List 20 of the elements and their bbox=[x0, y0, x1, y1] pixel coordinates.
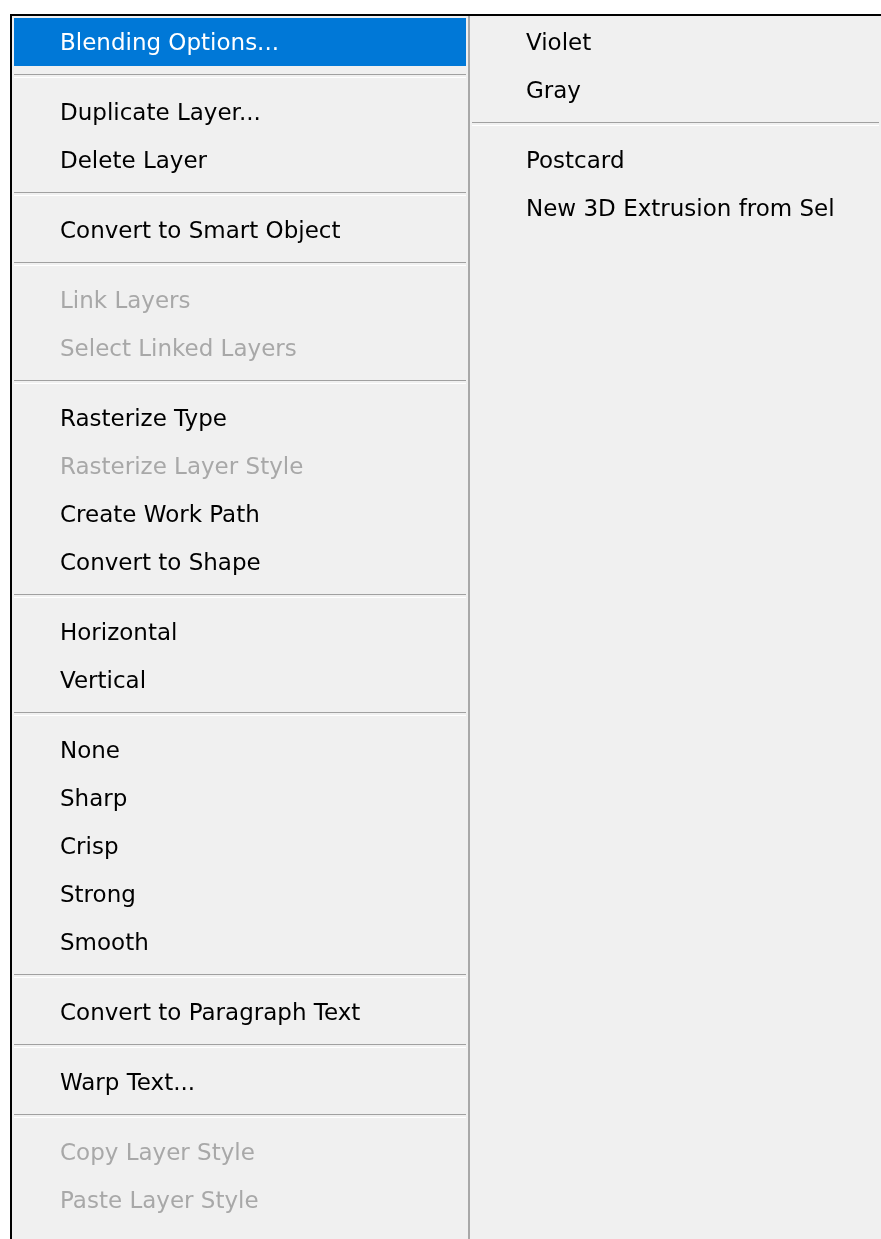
menu-item[interactable]: Sharp bbox=[14, 774, 466, 822]
menu-item[interactable]: New 3D Extrusion from Sel bbox=[472, 184, 879, 232]
menu-item[interactable]: Convert to Paragraph Text bbox=[14, 988, 466, 1036]
menu-item[interactable]: Horizontal bbox=[14, 608, 466, 656]
menu-item[interactable]: Crisp bbox=[14, 822, 466, 870]
menu-item[interactable]: Gray bbox=[472, 66, 879, 114]
menu-item[interactable]: Convert to Shape bbox=[14, 538, 466, 586]
menu-item[interactable]: Smooth bbox=[14, 918, 466, 966]
menu-item[interactable]: Vertical bbox=[14, 656, 466, 704]
menu-item[interactable]: None bbox=[14, 726, 466, 774]
menu-item[interactable]: Violet bbox=[472, 18, 879, 66]
menu-item[interactable]: Convert to Smart Object bbox=[14, 206, 466, 254]
menu-item[interactable]: Postcard bbox=[472, 136, 879, 184]
menu-item[interactable]: Delete Layer bbox=[14, 136, 466, 184]
menu-item[interactable]: Strong bbox=[14, 870, 466, 918]
menu-item[interactable]: Blending Options... bbox=[14, 18, 466, 66]
menu-item[interactable]: Duplicate Layer... bbox=[14, 88, 466, 136]
menu-item[interactable]: Create Work Path bbox=[14, 490, 466, 538]
menu-item[interactable]: Rasterize Type bbox=[14, 394, 466, 442]
menu-item[interactable]: Warp Text... bbox=[14, 1058, 466, 1106]
